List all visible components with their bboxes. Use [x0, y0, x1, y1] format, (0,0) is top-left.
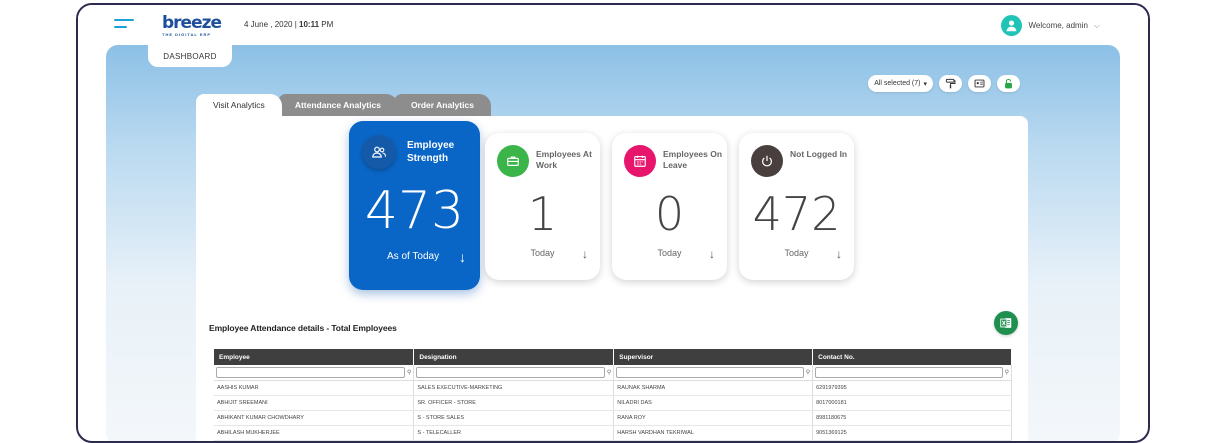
supervisor-filter-input[interactable] [616, 367, 804, 378]
analytics-tabs: Visit Analytics Attendance Analytics Ord… [196, 94, 491, 116]
table-row[interactable]: ABHIJIT SREEMANI SR. OFFICER - STORE NIL… [214, 395, 1012, 411]
designation-cell: SR. OFFICER - STORE [413, 395, 615, 411]
attendance-table: Employee Designation Supervisor Contact … [214, 349, 1012, 441]
card-value: 472 [752, 187, 841, 241]
table-header-row: Employee Designation Supervisor Contact … [214, 349, 1012, 365]
filter-cell: ⚲ [413, 365, 615, 381]
date-time: 4 June , 2020 | 10:11 PM [244, 20, 333, 29]
menu-icon[interactable] [114, 19, 136, 31]
arrow-down-icon[interactable]: ↓ [709, 247, 715, 261]
employee-cell: ABHIJIT SREEMANI [214, 395, 415, 411]
user-menu[interactable]: Welcome, admin ⌵ [1001, 15, 1100, 36]
contact-cell: 9051369125 [812, 425, 1012, 441]
column-header-employee[interactable]: Employee [214, 349, 415, 365]
supervisor-cell: NILADRI DAS [613, 395, 814, 411]
employee-cell: ABHIKANT KUMAR CHOWDHARY [214, 410, 415, 426]
date-text: 4 June , 2020 | [244, 20, 297, 29]
user-avatar-icon [1001, 15, 1023, 36]
briefcase-icon [497, 145, 529, 177]
id-card-icon [974, 79, 985, 88]
logo[interactable]: breeze THE DIGITAL ERP [162, 13, 222, 37]
tab-attendance-analytics[interactable]: Attendance Analytics [277, 94, 398, 116]
card-employee-strength[interactable]: Employee Strength 473 As of Today ↓ [349, 121, 480, 290]
filter-icon[interactable]: ⚲ [806, 369, 810, 376]
people-icon [362, 135, 396, 169]
welcome-text: Welcome, admin [1028, 21, 1088, 30]
lock-icon [1005, 78, 1012, 89]
card-title: Not Logged In [790, 149, 848, 159]
section-title: Employee Attendance details - Total Empl… [209, 323, 397, 333]
card-employees-on-leave[interactable]: Employees On Leave 0 Today ↓ [612, 133, 727, 280]
card-title: Employees At Work [536, 149, 592, 170]
company-select[interactable]: All selected (7) ▾ [868, 75, 933, 92]
supervisor-cell: RANA ROY [613, 410, 814, 426]
contact-cell: 8981180675 [812, 410, 1012, 426]
designation-cell: SALES EXECUTIVE-MARKETING [413, 380, 615, 396]
tab-order-analytics[interactable]: Order Analytics [393, 94, 491, 116]
supervisor-cell: RAUNAK SHARMA [613, 380, 814, 396]
toolbar: All selected (7) ▾ [868, 75, 1020, 92]
column-header-designation[interactable]: Designation [413, 349, 615, 365]
paint-roller-button[interactable] [939, 75, 962, 92]
time-text: 10:11 [299, 20, 320, 29]
calendar-icon [624, 145, 656, 177]
card-title: Employee Strength [407, 140, 455, 164]
id-card-button[interactable] [968, 75, 991, 92]
contact-cell: 6291979395 [812, 380, 1012, 396]
chevron-down-icon: ⌵ [1093, 20, 1100, 30]
filter-cell: ⚲ [812, 365, 1012, 381]
arrow-down-icon[interactable]: ↓ [836, 247, 842, 261]
caret-down-icon: ▾ [923, 80, 927, 88]
paint-roller-icon [945, 78, 956, 89]
excel-icon [1000, 318, 1012, 328]
company-select-value: All selected (7) [874, 80, 921, 87]
filter-icon[interactable]: ⚲ [1005, 369, 1009, 376]
card-not-logged-in[interactable]: Not Logged In 472 Today ↓ [739, 133, 854, 280]
designation-cell: S - STORE SALES [413, 410, 615, 426]
logo-text: breeze [162, 13, 222, 33]
ampm-text: PM [321, 20, 334, 29]
app-window: breeze THE DIGITAL ERP 4 June , 2020 | 1… [76, 3, 1150, 443]
column-header-contact[interactable]: Contact No. [812, 349, 1012, 365]
contact-cell: 8017000181 [812, 395, 1012, 411]
excel-export-button[interactable] [994, 311, 1018, 335]
filter-icon[interactable]: ⚲ [607, 369, 611, 376]
arrow-down-icon[interactable]: ↓ [582, 247, 588, 261]
card-value: 1 [527, 187, 558, 241]
card-value: 0 [654, 187, 685, 241]
card-title: Employees On Leave [663, 149, 723, 170]
top-bar: breeze THE DIGITAL ERP 4 June , 2020 | 1… [78, 5, 1148, 47]
filter-icon[interactable]: ⚲ [407, 369, 411, 376]
table-row[interactable]: ABHIKANT KUMAR CHOWDHARY S - STORE SALES… [214, 410, 1012, 426]
employee-filter-input[interactable] [216, 367, 405, 378]
contact-filter-input[interactable] [815, 367, 1003, 378]
card-value: 473 [364, 181, 465, 241]
employee-cell: ABHILASH MUKHERJEE [214, 425, 415, 441]
power-icon [751, 145, 783, 177]
filter-row: ⚲ ⚲ ⚲ ⚲ [214, 365, 1012, 381]
table-row[interactable]: ABHILASH MUKHERJEE S - TELECALLER HARSH … [214, 425, 1012, 441]
designation-cell: S - TELECALLER [413, 425, 615, 441]
table-row[interactable]: AASHIS KUMAR SALES EXECUTIVE-MARKETING R… [214, 380, 1012, 396]
supervisor-cell: HARSH VARDHAN TEKRIWAL [613, 425, 814, 441]
column-header-supervisor[interactable]: Supervisor [613, 349, 814, 365]
tab-visit-analytics[interactable]: Visit Analytics [196, 94, 282, 116]
filter-cell: ⚲ [214, 365, 415, 381]
tab-dashboard[interactable]: DASHBOARD [148, 45, 232, 67]
card-employees-at-work[interactable]: Employees At Work 1 Today ↓ [485, 133, 600, 280]
filter-cell: ⚲ [613, 365, 814, 381]
employee-cell: AASHIS KUMAR [214, 380, 415, 396]
arrow-down-icon[interactable]: ↓ [459, 249, 466, 265]
lock-button[interactable] [997, 75, 1020, 92]
designation-filter-input[interactable] [416, 367, 605, 378]
